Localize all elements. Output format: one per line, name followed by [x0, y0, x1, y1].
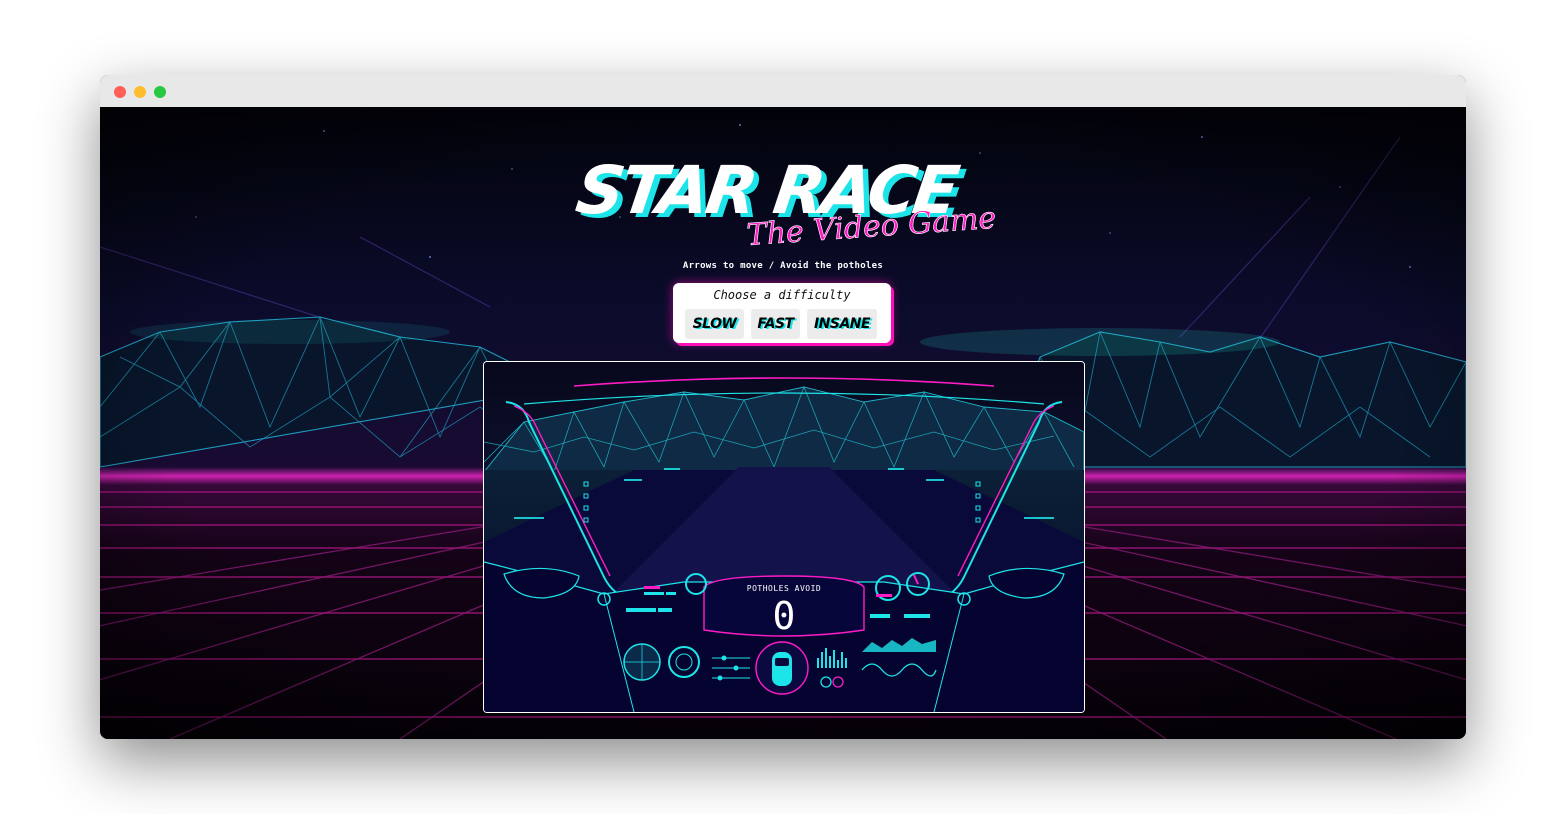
- difficulty-fast-button[interactable]: FAST: [751, 309, 800, 339]
- difficulty-insane-button[interactable]: INSANE: [807, 309, 877, 339]
- cockpit-view: [484, 362, 1084, 712]
- game-instructions: Arrows to move / Avoid the potholes: [682, 261, 884, 271]
- potholes-avoided-label: POTHOLES AVOID: [746, 584, 822, 593]
- window-titlebar: [100, 75, 1466, 107]
- game-logo: STAR RACE STAR RACE The Video Game: [100, 147, 1466, 267]
- browser-window: STAR RACE STAR RACE The Video Game Arrow…: [100, 75, 1466, 739]
- difficulty-panel: Choose a difficulty SLOW FAST INSANE: [673, 283, 891, 343]
- game-canvas[interactable]: POTHOLES AVOID 0: [483, 361, 1085, 713]
- maximize-window-button[interactable]: [154, 86, 166, 98]
- game-page: STAR RACE STAR RACE The Video Game Arrow…: [100, 107, 1466, 739]
- difficulty-label: Choose a difficulty: [713, 288, 851, 302]
- minimize-window-button[interactable]: [134, 86, 146, 98]
- close-window-button[interactable]: [114, 86, 126, 98]
- potholes-avoided-count: 0: [772, 594, 796, 638]
- difficulty-slow-button[interactable]: SLOW: [685, 309, 744, 339]
